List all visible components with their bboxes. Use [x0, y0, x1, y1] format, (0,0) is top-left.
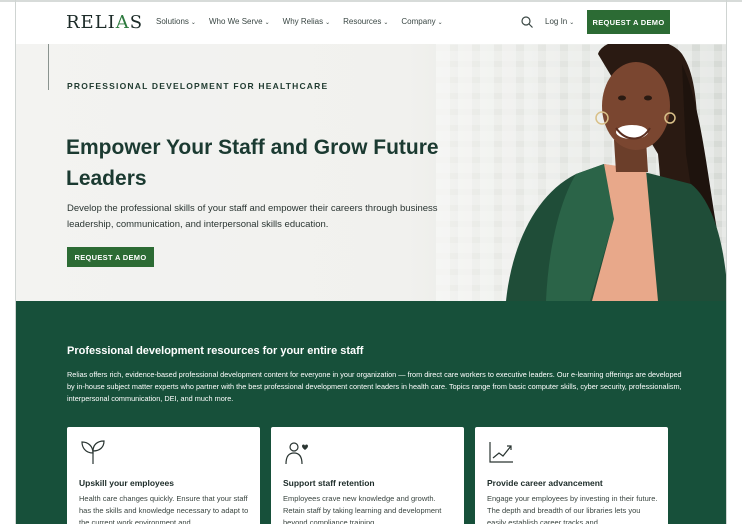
chevron-down-icon: ⌄ — [437, 20, 443, 26]
nav-label: Solutions — [156, 17, 189, 26]
sprout-icon — [81, 440, 105, 464]
nav-resources[interactable]: Resources ⌄ — [343, 17, 388, 26]
nav-who-we-serve[interactable]: Who We Serve ⌄ — [209, 17, 270, 26]
search-icon[interactable] — [520, 15, 534, 29]
relias-logo[interactable]: RELIAS — [66, 12, 143, 33]
main-nav: Solutions ⌄ Who We Serve ⌄ Why Relias ⌄ Res… — [156, 17, 456, 26]
decorative-line — [48, 44, 49, 90]
card-title: Provide career advancement — [487, 478, 603, 488]
site-header: RELIAS Solutions ⌄ Who We Serve ⌄ Why Reli… — [16, 2, 726, 44]
card-title: Upskill your employees — [79, 478, 174, 488]
card-upskill[interactable]: Upskill your employees Health care chang… — [67, 427, 260, 524]
resources-section: Professional development resources for y… — [16, 301, 726, 524]
hero-request-demo-button[interactable]: REQUEST A DEMO — [67, 247, 154, 267]
resources-title: Professional development resources for y… — [67, 345, 364, 357]
growth-chart-icon — [489, 442, 513, 463]
chevron-down-icon: ⌄ — [190, 20, 196, 26]
nav-label: Company — [401, 17, 436, 26]
page: RELIAS Solutions ⌄ Who We Serve ⌄ Why Reli… — [15, 0, 727, 524]
card-career[interactable]: Provide career advancement Engage your e… — [475, 427, 668, 524]
card-text: Health care changes quickly. Ensure that… — [79, 494, 249, 524]
hero-eyebrow: PROFESSIONAL DEVELOPMENT FOR HEALTHCARE — [67, 81, 329, 91]
resources-description: Relias offers rich, evidence-based profe… — [67, 370, 682, 403]
nav-solutions[interactable]: Solutions ⌄ — [156, 17, 196, 26]
nav-why-relias[interactable]: Why Relias ⌄ — [283, 17, 330, 26]
chevron-down-icon: ⌄ — [325, 20, 331, 26]
hero-title: Empower Your Staff and Grow Future Leade… — [66, 136, 439, 190]
login-link[interactable]: Log In ⌄ — [545, 17, 574, 26]
card-text: Engage your employees by investing in th… — [487, 494, 658, 524]
chevron-down-icon: ⌄ — [383, 20, 389, 26]
person-heart-icon — [285, 442, 308, 465]
nav-label: Why Relias — [282, 17, 324, 26]
nav-label: Resources — [343, 17, 382, 26]
nav-company[interactable]: Company ⌄ — [401, 17, 442, 26]
chevron-down-icon: ⌄ — [569, 20, 575, 26]
card-title: Support staff retention — [283, 478, 375, 488]
hero-portrait-image — [506, 44, 726, 301]
card-retention[interactable]: Support staff retention Employees crave … — [271, 427, 464, 524]
card-text: Employees crave new knowledge and growth… — [283, 494, 442, 524]
request-demo-button[interactable]: REQUEST A DEMO — [587, 10, 670, 34]
hero-section: PROFESSIONAL DEVELOPMENT FOR HEALTHCARE … — [16, 44, 726, 301]
chevron-down-icon: ⌄ — [264, 20, 270, 26]
hero-description: Develop the professional skills of your … — [67, 203, 438, 230]
nav-label: Who We Serve — [208, 17, 263, 26]
